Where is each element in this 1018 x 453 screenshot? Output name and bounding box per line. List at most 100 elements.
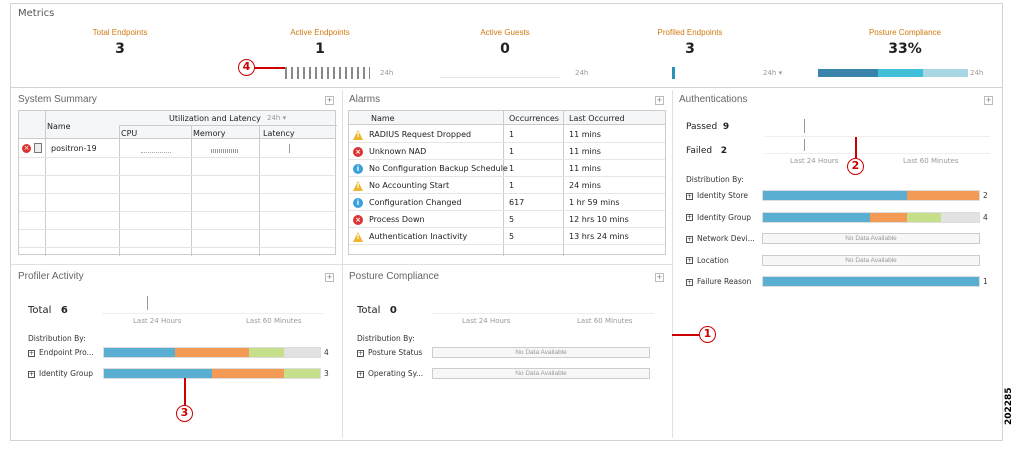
alarm-occurrences: 1 xyxy=(509,147,515,156)
metric-active-guests[interactable]: Active Guests 0 xyxy=(455,28,555,57)
distribution-label: Distribution By: xyxy=(686,175,744,184)
alarm-last-occurred: 13 hrs 24 mins xyxy=(569,232,629,241)
distribution-count: 3 xyxy=(324,369,329,378)
metric-value: 0 xyxy=(500,41,510,57)
system-summary-title: System Summary xyxy=(18,94,97,105)
period-label: 24h xyxy=(380,69,394,77)
distribution-item[interactable]: + Endpoint Pro... xyxy=(28,348,94,357)
alarm-last-occurred: 11 mins xyxy=(569,147,601,156)
distribution-bar[interactable] xyxy=(103,347,321,358)
distribution-bar[interactable] xyxy=(103,368,321,379)
memory-sparkline xyxy=(211,149,239,153)
metric-label: Active Guests xyxy=(480,28,530,37)
alarm-row[interactable]: × Process Down 5 12 hrs 10 mins xyxy=(349,211,665,228)
metric-value: 1 xyxy=(315,41,325,57)
column-header-name[interactable]: Name xyxy=(47,122,71,131)
expand-plus-icon[interactable]: + xyxy=(686,192,693,200)
profiler-sparkline xyxy=(147,296,148,310)
active-endpoints-sparkline xyxy=(285,67,370,79)
distribution-label: Distribution By: xyxy=(357,334,415,343)
column-header-name[interactable]: Name xyxy=(371,114,395,123)
distribution-item[interactable]: + Posture Status xyxy=(357,348,422,357)
alarm-row[interactable]: i No Configuration Backup Schedule 1 11 min… xyxy=(349,160,665,177)
info-icon: i xyxy=(353,198,363,208)
metric-label: Active Endpoints xyxy=(290,28,350,37)
callout-line xyxy=(255,67,285,69)
system-summary-table: Name Utilization and Latency 24h ▾ CPU M… xyxy=(18,110,337,256)
latency-sparkline xyxy=(289,144,290,153)
expand-plus-icon[interactable]: + xyxy=(357,349,364,357)
alarm-row[interactable]: ! RADIUS Request Dropped 1 11 mins xyxy=(349,126,665,143)
metric-posture-compliance[interactable]: Posture Compliance 33% xyxy=(850,28,960,57)
metric-active-endpoints[interactable]: Active Endpoints 1 xyxy=(270,28,370,57)
posture-total: Total 0 xyxy=(357,305,397,316)
expand-plus-icon[interactable]: + xyxy=(686,278,693,286)
metric-value: 3 xyxy=(685,41,695,57)
expand-icon[interactable]: + xyxy=(325,96,334,105)
distribution-label: Identity Store xyxy=(697,191,748,200)
distribution-item[interactable]: + Identity Store xyxy=(686,191,748,200)
info-icon: i xyxy=(353,164,363,174)
distribution-label: Distribution By: xyxy=(28,334,86,343)
distribution-item[interactable]: + Identity Group xyxy=(686,213,751,222)
expand-icon[interactable]: + xyxy=(655,96,664,105)
distribution-label: Endpoint Pro... xyxy=(39,348,94,357)
distribution-count: 4 xyxy=(324,348,329,357)
authentications-title: Authentications xyxy=(679,94,748,105)
distribution-item[interactable]: + Network Devi... xyxy=(686,234,755,243)
expand-icon[interactable]: + xyxy=(655,273,664,282)
period-dropdown[interactable]: 24h ▾ xyxy=(267,114,286,122)
distribution-label: Failure Reason xyxy=(697,277,752,286)
metric-total-endpoints[interactable]: Total Endpoints 3 xyxy=(70,28,170,57)
distribution-bar[interactable] xyxy=(762,211,980,223)
alarm-row[interactable]: ! No Accounting Start 1 24 mins xyxy=(349,177,665,194)
error-icon: × xyxy=(353,215,363,225)
alarm-occurrences: 1 xyxy=(509,164,515,173)
distribution-item[interactable]: + Operating Sy... xyxy=(357,369,423,378)
alarm-occurrences: 5 xyxy=(509,232,515,241)
expand-plus-icon[interactable]: + xyxy=(686,257,693,264)
no-data-bar: No Data Available xyxy=(432,368,650,379)
error-icon: × xyxy=(22,144,31,153)
alarm-last-occurred: 24 mins xyxy=(569,181,601,190)
last-24-hours-label: Last 24 Hours xyxy=(133,317,182,325)
alarm-name: RADIUS Request Dropped xyxy=(369,130,472,139)
column-header-occurrences[interactable]: Occurrences xyxy=(509,114,559,123)
column-header-cpu[interactable]: CPU xyxy=(121,129,137,138)
expand-plus-icon[interactable]: + xyxy=(686,235,693,243)
alarm-name: Authentication Inactivity xyxy=(369,232,468,241)
distribution-bar[interactable] xyxy=(762,276,980,287)
expand-plus-icon[interactable]: + xyxy=(28,349,35,357)
alarm-row[interactable]: i Configuration Changed 617 1 hr 59 mins xyxy=(349,194,665,211)
distribution-count: 2 xyxy=(983,191,988,200)
alarm-last-occurred: 11 mins xyxy=(569,164,601,173)
expand-plus-icon[interactable]: + xyxy=(357,370,364,378)
distribution-label: Identity Group xyxy=(697,212,751,222)
metric-label: Profiled Endpoints xyxy=(657,28,723,37)
distribution-item[interactable]: + Failure Reason xyxy=(686,277,751,286)
alarm-occurrences: 5 xyxy=(509,215,515,224)
expand-icon[interactable]: + xyxy=(984,96,993,105)
distribution-bar[interactable] xyxy=(762,190,980,201)
column-header-memory[interactable]: Memory xyxy=(193,129,226,138)
profiler-total: Total 6 xyxy=(28,305,68,316)
distribution-label: Network Devi... xyxy=(697,234,755,243)
expand-plus-icon[interactable]: + xyxy=(28,370,35,378)
passed-sparkline xyxy=(804,119,805,133)
callout-line xyxy=(672,334,700,336)
last-24-hours-label: Last 24 Hours xyxy=(462,317,511,325)
expand-icon[interactable]: + xyxy=(325,273,334,282)
node-name[interactable]: positron-19 xyxy=(51,144,97,153)
column-header-last-occurred[interactable]: Last Occurred xyxy=(569,114,625,123)
expand-plus-icon[interactable]: + xyxy=(686,214,693,221)
metric-profiled-endpoints[interactable]: Profiled Endpoints 3 xyxy=(640,28,740,57)
figure-number: 202285 xyxy=(1004,387,1014,425)
distribution-item[interactable]: + Location xyxy=(686,256,729,265)
column-header-latency[interactable]: Latency xyxy=(263,129,295,138)
distribution-item[interactable]: + Identity Group xyxy=(28,369,93,378)
alarm-last-occurred: 1 hr 59 mins xyxy=(569,198,620,207)
last-60-minutes-label: Last 60 Minutes xyxy=(577,317,633,325)
period-dropdown[interactable]: 24h ▾ xyxy=(763,69,782,77)
alarm-row[interactable]: ! Authentication Inactivity 5 13 hrs 24 min… xyxy=(349,228,665,245)
alarm-row[interactable]: × Unknown NAD 1 11 mins xyxy=(349,143,665,160)
